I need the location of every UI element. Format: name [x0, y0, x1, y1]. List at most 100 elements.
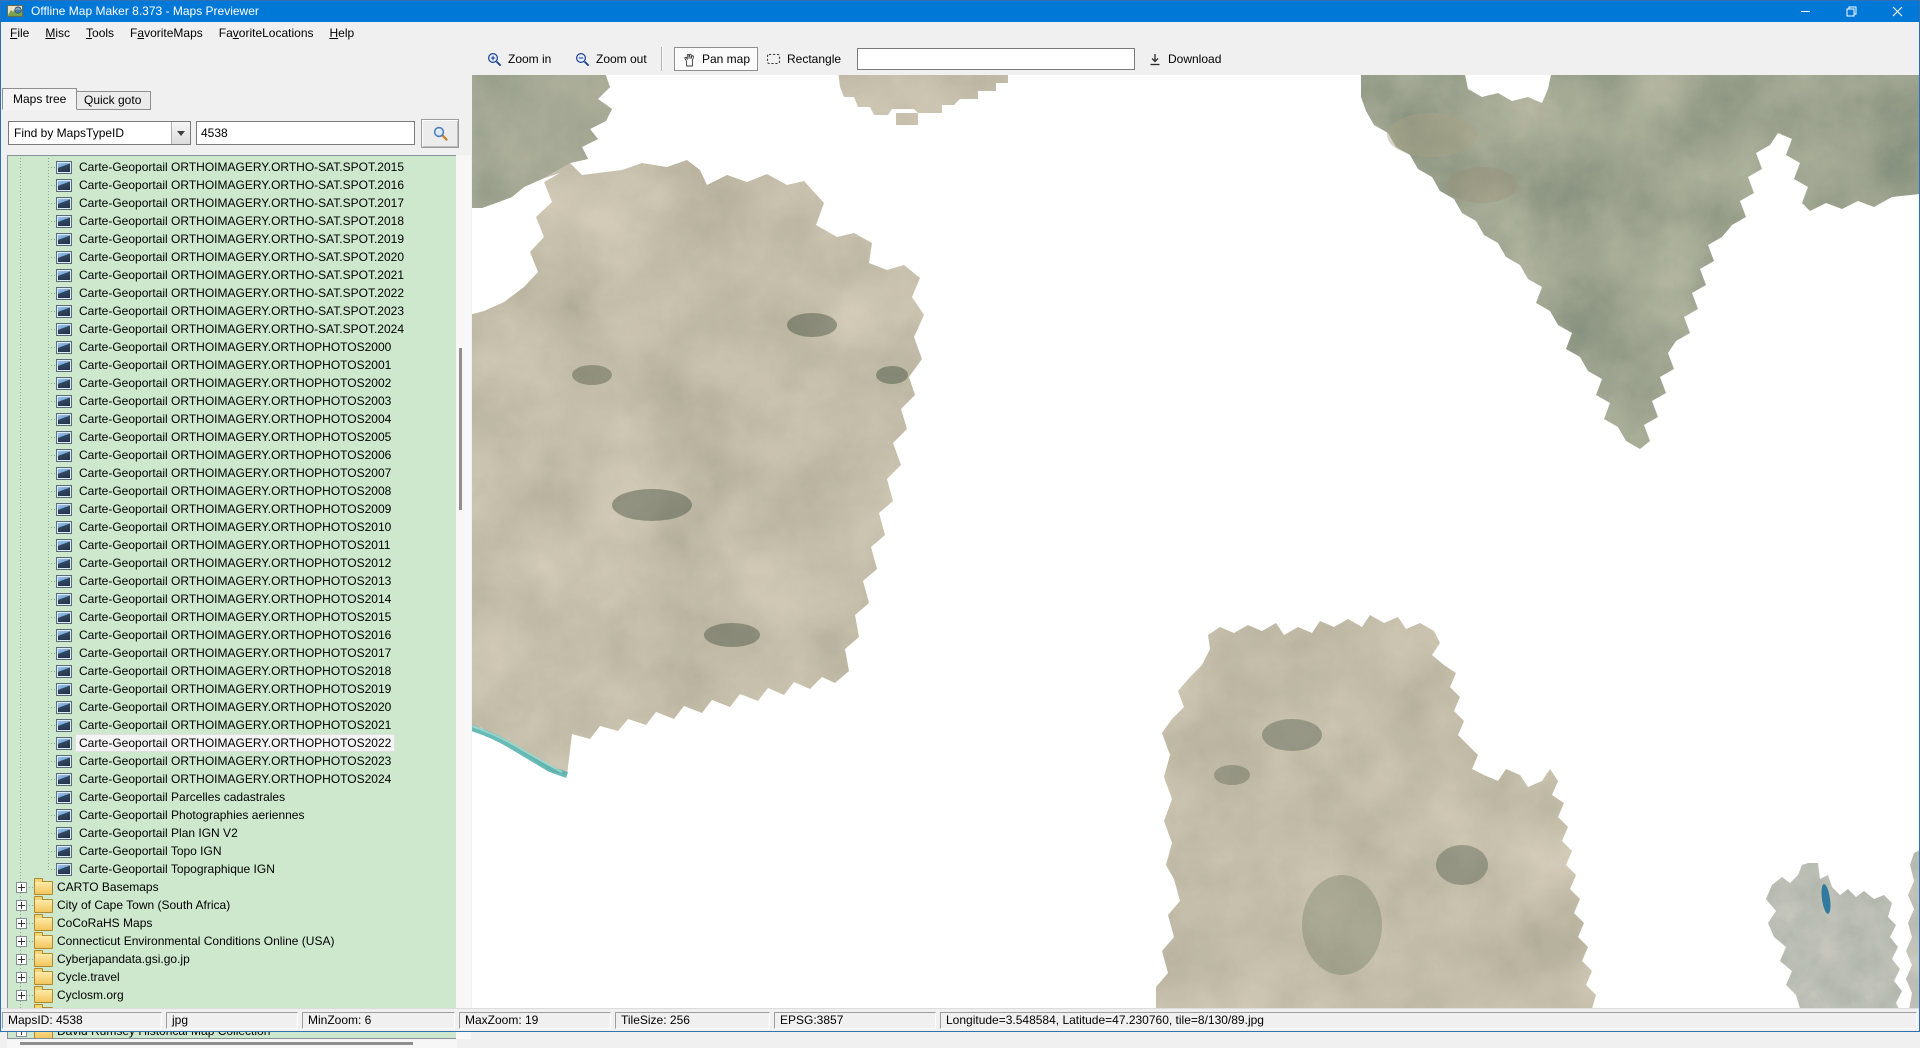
tree-map-item[interactable]: Carte-Geoportail ORTHOIMAGERY.ORTHOPHOTO…: [8, 770, 456, 788]
tab-maps-tree[interactable]: Maps tree: [2, 88, 77, 110]
tree-item-label: Carte-Geoportail Photographies aeriennes: [76, 807, 307, 823]
restore-icon: [1846, 6, 1857, 17]
tree-map-item[interactable]: Carte-Geoportail Photographies aeriennes: [8, 806, 456, 824]
tree-map-item[interactable]: Carte-Geoportail ORTHOIMAGERY.ORTHOPHOTO…: [8, 680, 456, 698]
map-image-icon: [56, 413, 72, 426]
expand-plus-icon[interactable]: [16, 882, 27, 893]
menu-favoritelocations[interactable]: FavoriteLocations: [211, 24, 322, 42]
expand-plus-icon[interactable]: [16, 900, 27, 911]
tree-map-item[interactable]: Carte-Geoportail Topo IGN: [8, 842, 456, 860]
tree-map-item[interactable]: Carte-Geoportail ORTHOIMAGERY.ORTHOPHOTO…: [8, 446, 456, 464]
tree-map-item[interactable]: Carte-Geoportail ORTHOIMAGERY.ORTHOPHOTO…: [8, 374, 456, 392]
rectangle-button[interactable]: Rectangle: [759, 47, 848, 71]
tree-map-item[interactable]: Carte-Geoportail ORTHOIMAGERY.ORTHOPHOTO…: [8, 698, 456, 716]
tree-map-item[interactable]: Carte-Geoportail ORTHOIMAGERY.ORTHO-SAT.…: [8, 212, 456, 230]
tree-map-item[interactable]: Carte-Geoportail ORTHOIMAGERY.ORTHOPHOTO…: [8, 572, 456, 590]
tree-folder-item[interactable]: Connecticut Environmental Conditions Onl…: [8, 932, 456, 950]
menu-file[interactable]: File: [2, 24, 37, 42]
tree-map-item[interactable]: Carte-Geoportail ORTHOIMAGERY.ORTHOPHOTO…: [8, 356, 456, 374]
tree-map-item[interactable]: Carte-Geoportail ORTHOIMAGERY.ORTHOPHOTO…: [8, 590, 456, 608]
dropdown-button[interactable]: [171, 122, 190, 144]
tree-map-item[interactable]: Carte-Geoportail ORTHOIMAGERY.ORTHOPHOTO…: [8, 554, 456, 572]
expand-plus-icon[interactable]: [16, 936, 27, 947]
tree-item-label: Carte-Geoportail ORTHOIMAGERY.ORTHO-SAT.…: [76, 267, 407, 283]
tree-folder-item[interactable]: Cycle.travel: [8, 968, 456, 986]
download-button[interactable]: Download: [1141, 47, 1228, 71]
tree-map-item[interactable]: Carte-Geoportail ORTHOIMAGERY.ORTHOPHOTO…: [8, 752, 456, 770]
menu-help[interactable]: Help: [322, 24, 363, 42]
tree-map-item[interactable]: Carte-Geoportail Plan IGN V2: [8, 824, 456, 842]
close-button[interactable]: [1874, 0, 1920, 22]
tree-folder-item[interactable]: Cyberjapandata.gsi.go.jp: [8, 950, 456, 968]
tree-map-item[interactable]: Carte-Geoportail ORTHOIMAGERY.ORTHOPHOTO…: [8, 392, 456, 410]
tree-map-item[interactable]: Carte-Geoportail ORTHOIMAGERY.ORTHO-SAT.…: [8, 284, 456, 302]
map-image-icon: [56, 701, 72, 714]
zoom-in-label: Zoom in: [508, 52, 551, 66]
zoom-in-button[interactable]: Zoom in: [480, 47, 558, 71]
tree-folder-item[interactable]: Cyclosm.org: [8, 986, 456, 1004]
download-icon: [1148, 52, 1162, 67]
tree-vertical-scrollbar[interactable]: [456, 155, 471, 1039]
tree-map-item[interactable]: Carte-Geoportail Topographique IGN: [8, 860, 456, 878]
pan-map-button[interactable]: Pan map: [674, 47, 758, 71]
tree-map-item[interactable]: Carte-Geoportail ORTHOIMAGERY.ORTHOPHOTO…: [8, 428, 456, 446]
tree-map-item[interactable]: Carte-Geoportail ORTHOIMAGERY.ORTHOPHOTO…: [8, 500, 456, 518]
tree-map-item[interactable]: Carte-Geoportail ORTHOIMAGERY.ORTHO-SAT.…: [8, 194, 456, 212]
minimize-icon: [1800, 6, 1811, 17]
tree-map-item[interactable]: Carte-Geoportail ORTHOIMAGERY.ORTHOPHOTO…: [8, 716, 456, 734]
maps-tree[interactable]: Carte-Geoportail ORTHOIMAGERY.ORTHO-SAT.…: [7, 155, 457, 1039]
scrollbar-thumb[interactable]: [459, 348, 462, 510]
tree-map-item[interactable]: Carte-Geoportail Parcelles cadastrales: [8, 788, 456, 806]
tree-folder-item[interactable]: CARTO Basemaps: [8, 878, 456, 896]
minimize-button[interactable]: [1782, 0, 1828, 22]
expand-plus-icon[interactable]: [16, 972, 27, 983]
statusbar-cell: MinZoom: 6: [302, 1012, 455, 1029]
tree-map-item[interactable]: Carte-Geoportail ORTHOIMAGERY.ORTHO-SAT.…: [8, 176, 456, 194]
tree-item-label: CARTO Basemaps: [54, 879, 162, 895]
tree-map-item[interactable]: Carte-Geoportail ORTHOIMAGERY.ORTHO-SAT.…: [8, 320, 456, 338]
tree-map-item[interactable]: Carte-Geoportail ORTHOIMAGERY.ORTHOPHOTO…: [8, 482, 456, 500]
tree-item-label: Carte-Geoportail ORTHOIMAGERY.ORTHOPHOTO…: [76, 339, 394, 355]
tree-map-item[interactable]: Carte-Geoportail ORTHOIMAGERY.ORTHOPHOTO…: [8, 338, 456, 356]
window-title: Offline Map Maker 8.373 - Maps Previewer: [31, 4, 259, 18]
menu-misc[interactable]: Misc: [37, 24, 78, 42]
menu-favoritemaps[interactable]: FavoriteMaps: [122, 24, 211, 42]
tree-map-item[interactable]: Carte-Geoportail ORTHOIMAGERY.ORTHOPHOTO…: [8, 518, 456, 536]
restore-button[interactable]: [1828, 0, 1874, 22]
tab-quick-goto[interactable]: Quick goto: [74, 91, 151, 110]
menu-tools[interactable]: Tools: [78, 24, 122, 42]
expand-plus-icon[interactable]: [16, 990, 27, 1001]
tree-map-item[interactable]: Carte-Geoportail ORTHOIMAGERY.ORTHOPHOTO…: [8, 536, 456, 554]
zoom-out-button[interactable]: Zoom out: [568, 47, 654, 71]
tree-map-item[interactable]: Carte-Geoportail ORTHOIMAGERY.ORTHOPHOTO…: [8, 734, 456, 752]
tree-map-item[interactable]: Carte-Geoportail ORTHOIMAGERY.ORTHO-SAT.…: [8, 158, 456, 176]
tree-item-label: Carte-Geoportail ORTHOIMAGERY.ORTHO-SAT.…: [76, 231, 407, 247]
folder-icon: [34, 881, 53, 895]
satellite-patch-bottom-right: [1766, 845, 1920, 1008]
search-button[interactable]: [421, 119, 459, 148]
find-by-dropdown[interactable]: Find by MapsTypeID: [8, 121, 191, 145]
tree-folder-item[interactable]: City of Cape Town (South Africa): [8, 896, 456, 914]
maps-id-input[interactable]: [196, 121, 415, 145]
tree-map-item[interactable]: Carte-Geoportail ORTHOIMAGERY.ORTHO-SAT.…: [8, 266, 456, 284]
tree-folder-item[interactable]: CoCoRaHS Maps: [8, 914, 456, 932]
toolbar-text-input[interactable]: [857, 48, 1135, 70]
tree-map-item[interactable]: Carte-Geoportail ORTHOIMAGERY.ORTHOPHOTO…: [8, 662, 456, 680]
scrollbar-thumb[interactable]: [20, 1042, 413, 1045]
map-canvas[interactable]: [472, 75, 1920, 1008]
tree-map-item[interactable]: Carte-Geoportail ORTHOIMAGERY.ORTHO-SAT.…: [8, 230, 456, 248]
tree-map-item[interactable]: Carte-Geoportail ORTHOIMAGERY.ORTHO-SAT.…: [8, 248, 456, 266]
tree-map-item[interactable]: Carte-Geoportail ORTHOIMAGERY.ORTHOPHOTO…: [8, 464, 456, 482]
satellite-patch-top-center: [838, 75, 1008, 125]
tree-map-item[interactable]: Carte-Geoportail ORTHOIMAGERY.ORTHOPHOTO…: [8, 410, 456, 428]
tree-map-item[interactable]: Carte-Geoportail ORTHOIMAGERY.ORTHOPHOTO…: [8, 644, 456, 662]
menubar: FileMiscToolsFavoriteMapsFavoriteLocatio…: [0, 22, 1920, 43]
tree-map-item[interactable]: Carte-Geoportail ORTHOIMAGERY.ORTHO-SAT.…: [8, 302, 456, 320]
expand-plus-icon[interactable]: [16, 954, 27, 965]
tree-horizontal-scrollbar[interactable]: [7, 1039, 457, 1048]
expand-plus-icon[interactable]: [16, 918, 27, 929]
map-image-icon: [56, 737, 72, 750]
tree-map-item[interactable]: Carte-Geoportail ORTHOIMAGERY.ORTHOPHOTO…: [8, 626, 456, 644]
map-image-icon: [56, 179, 72, 192]
tree-map-item[interactable]: Carte-Geoportail ORTHOIMAGERY.ORTHOPHOTO…: [8, 608, 456, 626]
